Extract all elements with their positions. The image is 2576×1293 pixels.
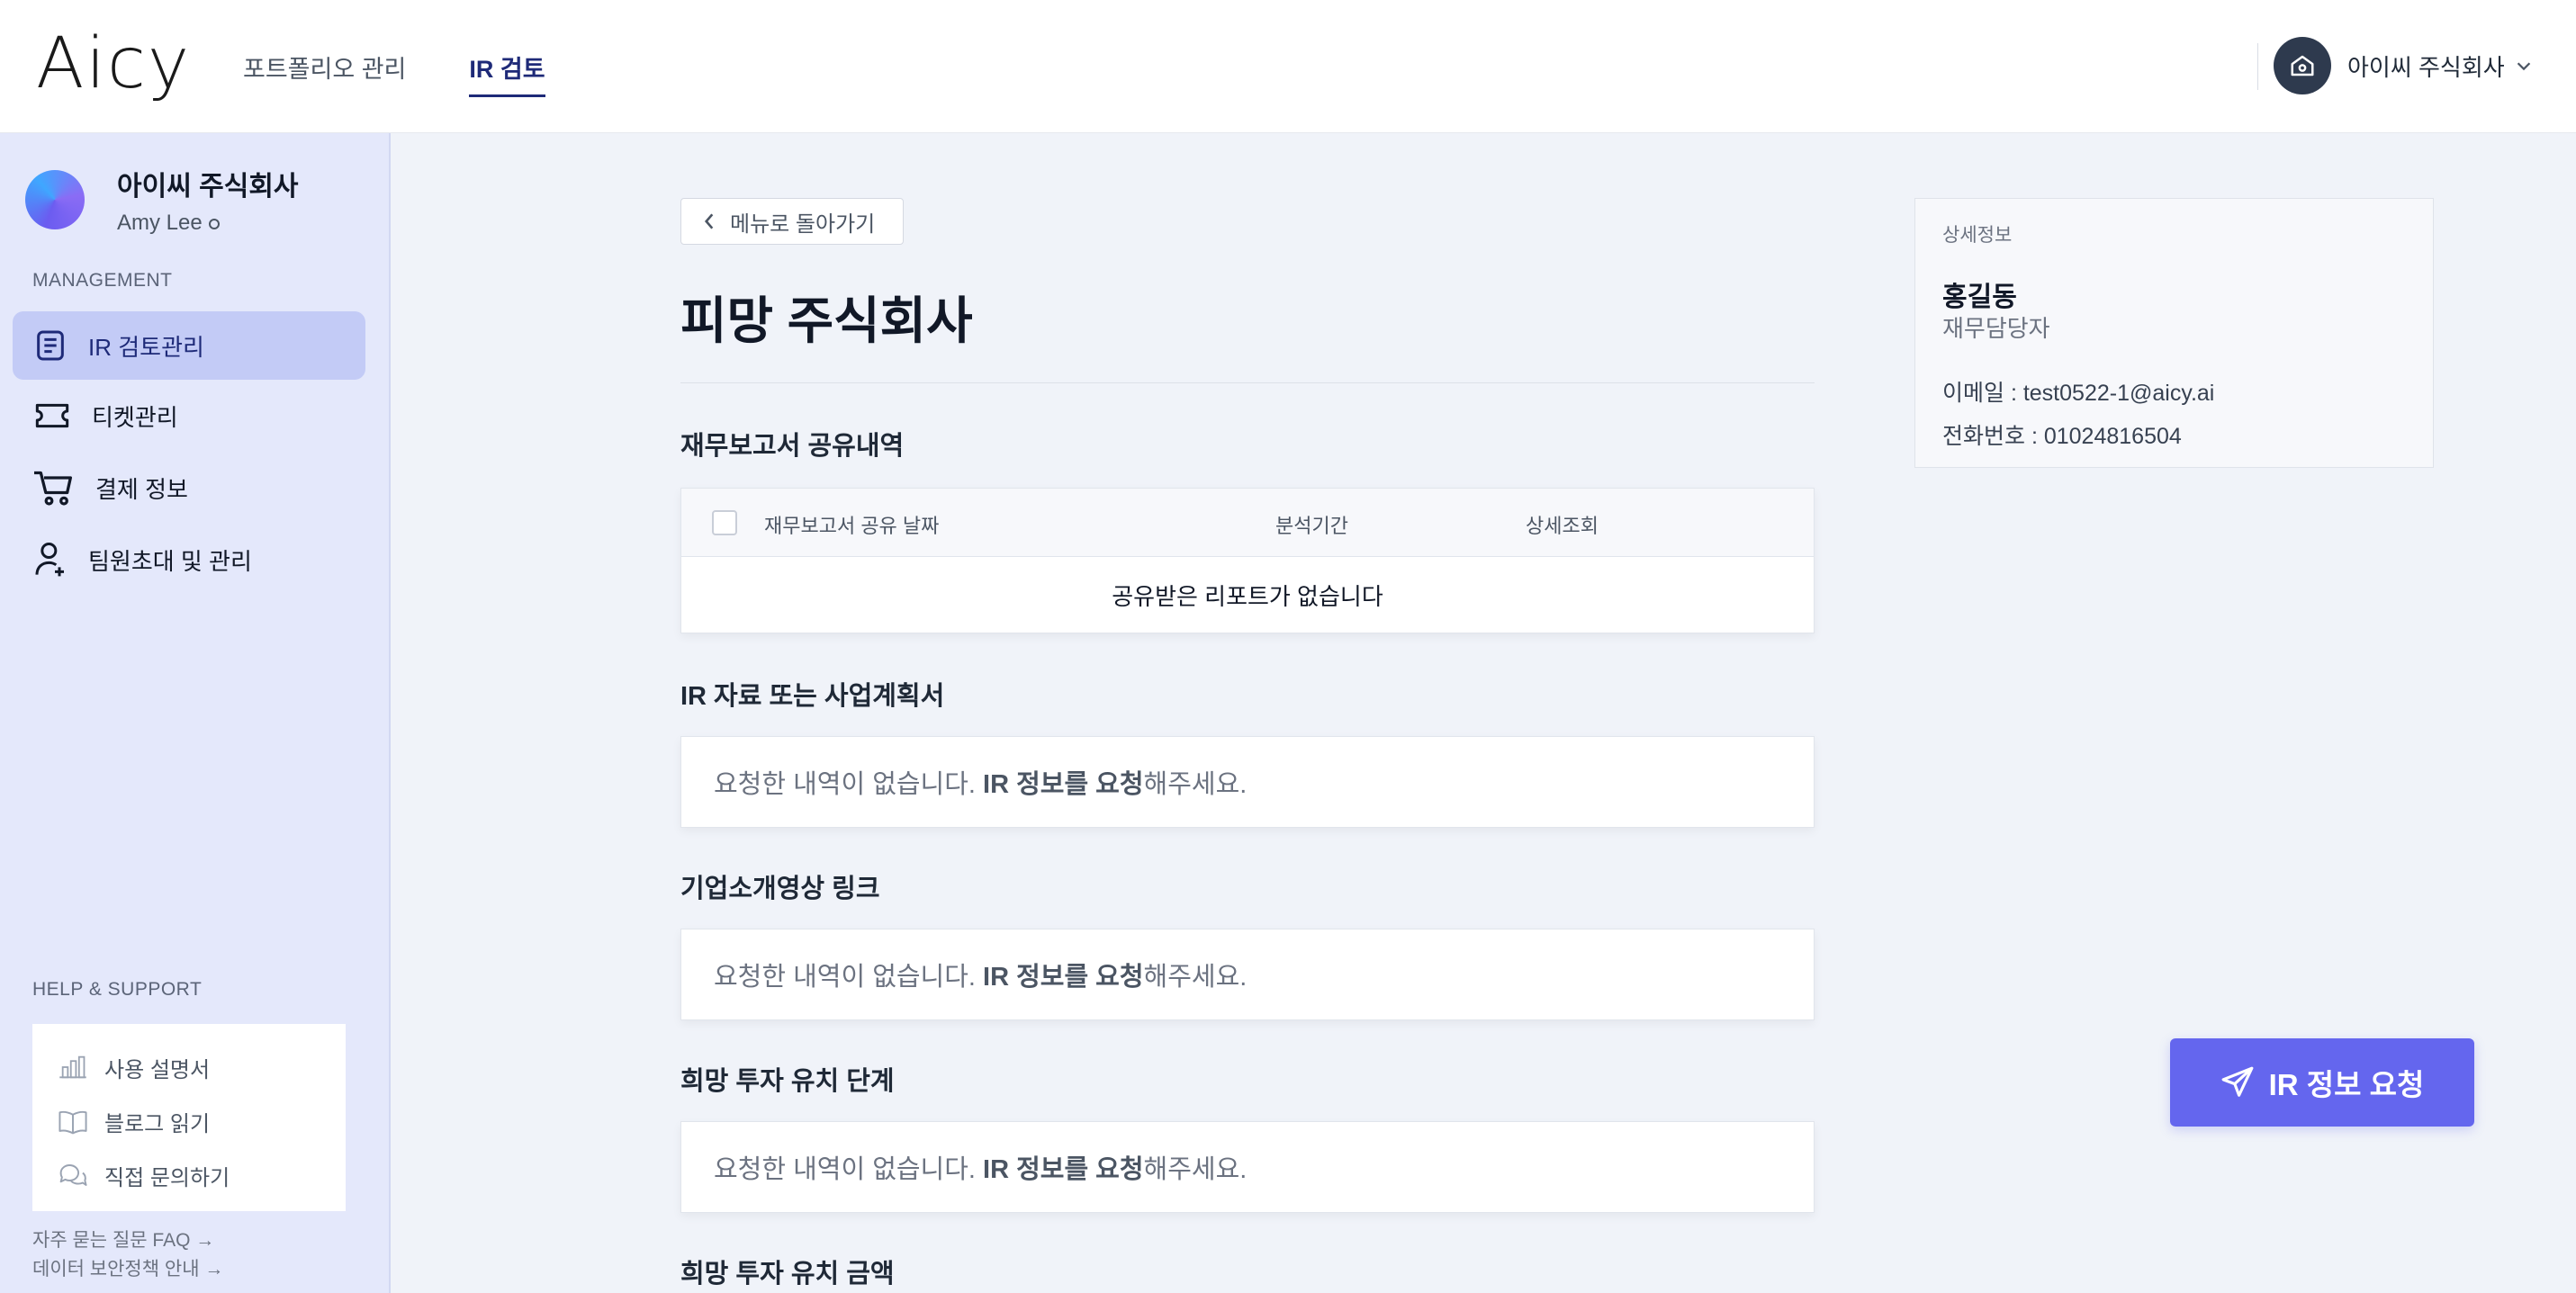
contact-phone: 전화번호 : 01024816504: [1942, 424, 2182, 449]
page-title: 피망 주식회사: [680, 292, 973, 349]
status-dot-icon: [209, 219, 221, 229]
funding-amount-section-title: 희망 투자 유치 금액: [680, 1260, 895, 1289]
back-to-menu-button[interactable]: 메뉴로 돌아가기: [680, 198, 904, 245]
select-all-checkbox[interactable]: [712, 510, 737, 535]
chevron-down-icon: [2517, 62, 2530, 71]
ir-materials-section-title: IR 자료 또는 사업계획서: [680, 682, 945, 711]
detail-caption: 상세정보: [1942, 225, 2013, 246]
help-box: 사용 설명서 블로그 읽기 직접 문의하기: [32, 1024, 346, 1211]
header-divider: [2257, 43, 2258, 90]
faq-link[interactable]: 자주 묻는 질문 FAQ →: [32, 1226, 214, 1253]
top-nav: 포트폴리오 관리 IR 검토: [243, 0, 545, 133]
video-link-empty: 요청한 내역이 없습니다. IR 정보를 요청 해주세요.: [680, 929, 1815, 1020]
cart-icon: [34, 471, 72, 506]
contact-role: 재무담당자: [1942, 315, 2050, 342]
contact-email: 이메일 : test0522-1@aicy.ai: [1942, 381, 2215, 406]
funding-stage-section-title: 희망 투자 유치 단계: [680, 1067, 895, 1096]
table-empty-state: 공유받은 리포트가 없습니다: [1112, 582, 1383, 610]
avatar: [25, 170, 85, 229]
book-icon: [59, 1110, 87, 1135]
help-item-manual[interactable]: 사용 설명서: [32, 1040, 346, 1094]
sidebar: 아이씨 주식회사 Amy Lee MANAGEMENT IR 검토관리 티켓관리…: [0, 133, 391, 1293]
chevron-left-icon: [704, 213, 714, 229]
sidebar-item-team[interactable]: 팀원초대 및 관리: [13, 525, 365, 594]
table-header: 재무보고서 공유 날짜 분석기간 상세조회: [681, 489, 1814, 557]
ir-request-link[interactable]: IR 정보를 요청: [983, 763, 1144, 801]
document-icon: [37, 330, 64, 361]
detail-panel: 상세정보 홍길동 재무담당자 이메일 : test0522-1@aicy.ai …: [1914, 198, 2434, 468]
profile-company: 아이씨 주식회사: [117, 172, 299, 202]
reports-section-title: 재무보고서 공유내역: [680, 432, 905, 461]
video-link-section-title: 기업소개영상 링크: [680, 875, 880, 903]
aicy-logo[interactable]: Aicy: [36, 23, 191, 104]
ir-request-link[interactable]: IR 정보를 요청: [983, 956, 1144, 993]
top-header: Aicy 포트폴리오 관리 IR 검토 아이씨 주식회사: [0, 0, 2576, 133]
ir-request-button[interactable]: IR 정보 요청: [2170, 1038, 2474, 1127]
ticket-icon: [35, 403, 69, 428]
profile-block: 아이씨 주식회사 Amy Lee: [25, 164, 299, 236]
sidebar-item-billing[interactable]: 결제 정보: [13, 453, 365, 522]
tab-portfolio[interactable]: 포트폴리오 관리: [243, 42, 406, 92]
home-icon: [2274, 37, 2331, 94]
funding-stage-empty: 요청한 내역이 없습니다. IR 정보를 요청 해주세요.: [680, 1121, 1815, 1213]
account-menu[interactable]: 아이씨 주식회사: [2274, 34, 2534, 97]
sidebar-item-label: 팀원초대 및 관리: [88, 547, 252, 575]
column-header-period: 분석기간: [1275, 515, 1348, 537]
user-add-icon: [35, 543, 64, 577]
profile-user: Amy Lee: [117, 211, 299, 236]
title-divider: [680, 382, 1815, 383]
account-name: 아이씨 주식회사: [2347, 53, 2505, 81]
ir-request-link[interactable]: IR 정보를 요청: [983, 1148, 1144, 1186]
tab-ir-review[interactable]: IR 검토: [469, 42, 545, 97]
reports-table: 재무보고서 공유 날짜 분석기간 상세조회 공유받은 리포트가 없습니다: [680, 488, 1815, 633]
column-header-detail: 상세조회: [1526, 515, 1599, 537]
contact-name: 홍길동: [1942, 283, 2017, 312]
sidebar-item-label: 티켓관리: [92, 403, 178, 431]
sidebar-item-label: 결제 정보: [95, 475, 188, 503]
column-header-date: 재무보고서 공유 날짜: [764, 515, 940, 537]
help-item-blog[interactable]: 블로그 읽기: [32, 1094, 346, 1148]
sidebar-item-tickets[interactable]: 티켓관리: [13, 382, 365, 450]
management-label: MANAGEMENT: [32, 270, 173, 291]
send-icon: [2221, 1066, 2254, 1097]
help-support-label: HELP & SUPPORT: [32, 979, 203, 1000]
sidebar-item-label: IR 검토관리: [88, 333, 204, 361]
ir-materials-empty: 요청한 내역이 없습니다. IR 정보를 요청 해주세요.: [680, 736, 1815, 828]
sidebar-item-ir-review[interactable]: IR 검토관리: [13, 311, 365, 380]
security-policy-link[interactable]: 데이터 보안정책 안내 →: [32, 1254, 223, 1281]
chat-icon: [59, 1164, 87, 1186]
help-item-contact[interactable]: 직접 문의하기: [32, 1148, 346, 1202]
chart-icon: [59, 1055, 86, 1079]
